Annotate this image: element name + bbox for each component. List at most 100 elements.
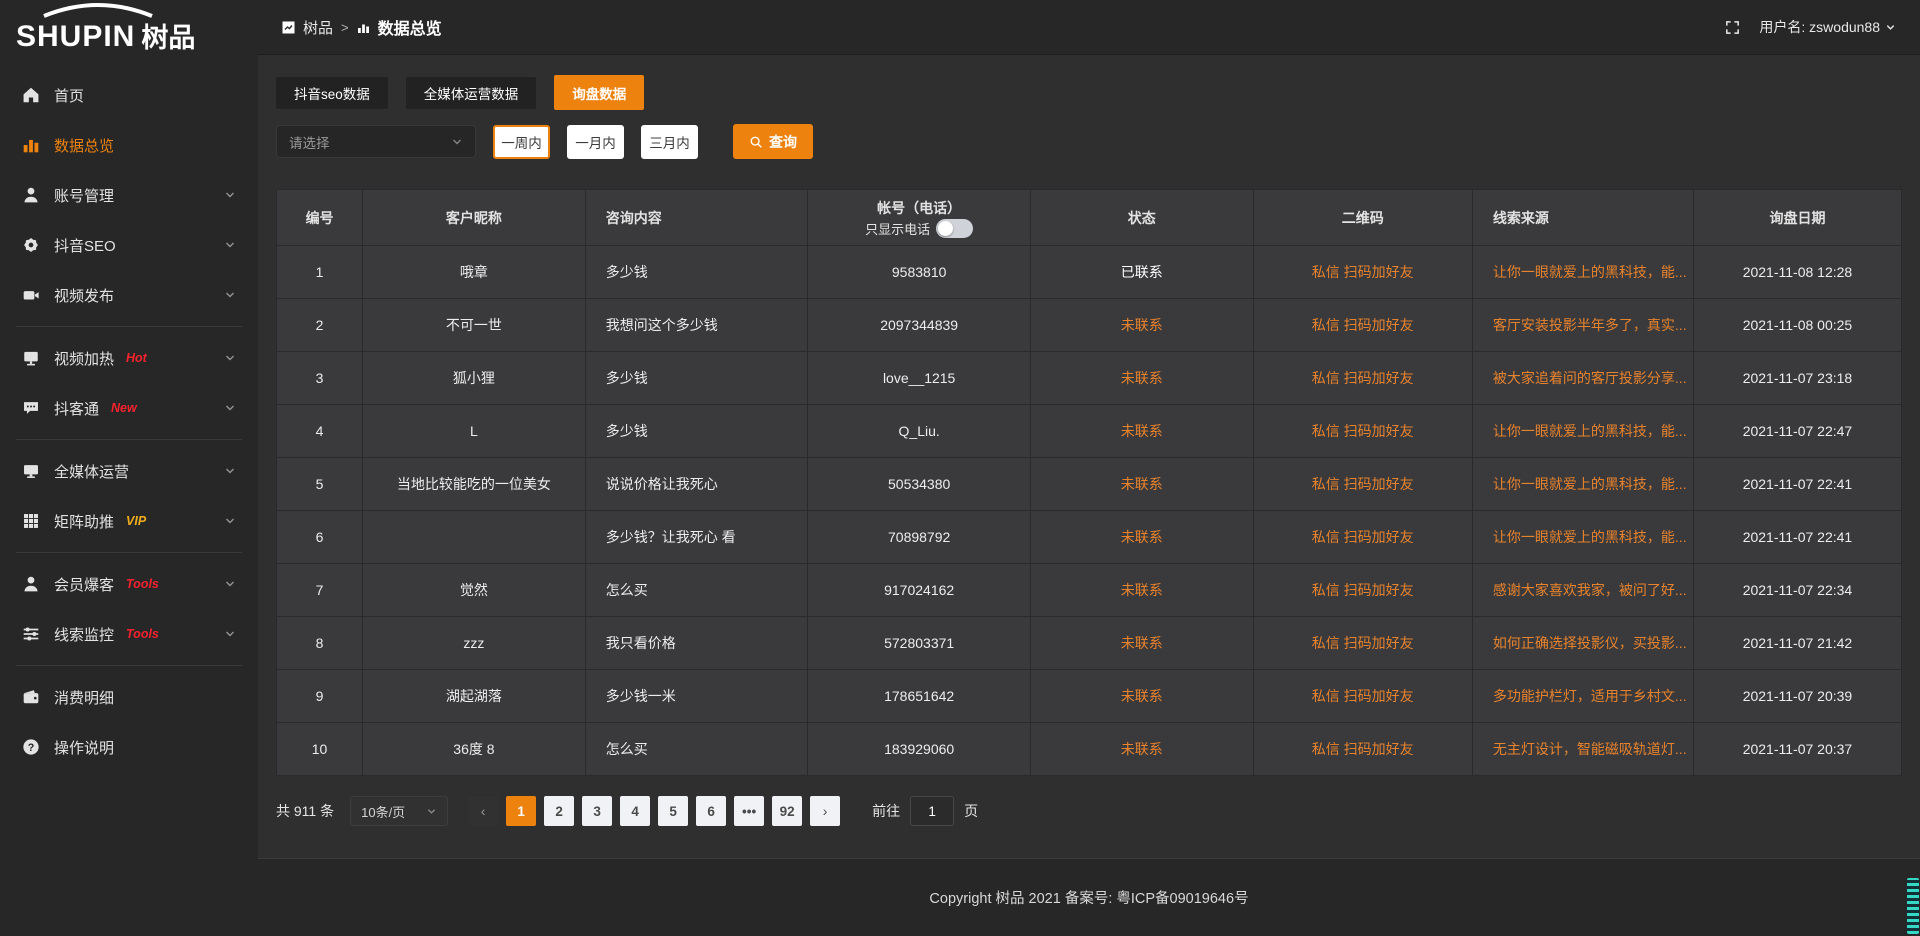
sidebar-item-douyin-seo[interactable]: 抖音SEO <box>0 220 258 270</box>
row-source-link[interactable]: 多功能护栏灯，适用于乡村文... <box>1472 670 1693 723</box>
row-status: 未联系 <box>1030 299 1253 352</box>
table-row: 9 湖起湖落 多少钱一米 178651642 未联系 私信 扫码加好友 多功能护… <box>277 670 1902 723</box>
row-source-link[interactable]: 客厅安装投影半年多了，真实... <box>1472 299 1693 352</box>
menu-divider <box>16 552 242 553</box>
user-menu[interactable]: 用户名: zswodun88 <box>1759 17 1896 37</box>
row-content: 多少钱 <box>585 405 808 458</box>
search-button[interactable]: 查询 <box>733 124 813 159</box>
main-area: 树品 > 数据总览 用户名: zswodun88 抖音seo数据 全媒体运营数据… <box>258 0 1920 936</box>
row-qrcode-link[interactable]: 私信 扫码加好友 <box>1253 617 1472 670</box>
row-account: love__1215 <box>808 352 1031 405</box>
row-content: 怎么买 <box>585 564 808 617</box>
sidebar-item-consumption-details[interactable]: 消费明细 <box>0 672 258 722</box>
person-icon <box>22 575 40 593</box>
row-account: 70898792 <box>808 511 1031 564</box>
page-list: 123456 ••• 92 <box>506 796 802 826</box>
row-qrcode-link[interactable]: 私信 扫码加好友 <box>1253 458 1472 511</box>
sidebar-item-matrix-boost[interactable]: 矩阵助推 VIP <box>0 496 258 546</box>
row-nickname: 湖起湖落 <box>363 670 586 723</box>
row-nickname: zzz <box>363 617 586 670</box>
row-qrcode-link[interactable]: 私信 扫码加好友 <box>1253 405 1472 458</box>
page-button-4[interactable]: 4 <box>620 796 650 826</box>
row-qrcode-link[interactable]: 私信 扫码加好友 <box>1253 670 1472 723</box>
row-source-link[interactable]: 让你一眼就爱上的黑科技，能... <box>1472 511 1693 564</box>
range-one-week-button[interactable]: 一周内 <box>493 125 550 159</box>
page-button-5[interactable]: 5 <box>658 796 688 826</box>
page-button-1[interactable]: 1 <box>506 796 536 826</box>
prev-page-button[interactable]: ‹ <box>468 796 498 826</box>
page-button-2[interactable]: 2 <box>544 796 574 826</box>
row-qrcode-link[interactable]: 私信 扫码加好友 <box>1253 511 1472 564</box>
row-id: 4 <box>277 405 363 458</box>
row-content: 多少钱一米 <box>585 670 808 723</box>
account-select[interactable]: 请选择 <box>276 125 476 158</box>
tools-badge: Tools <box>126 577 159 591</box>
sidebar-item-label: 数据总览 <box>54 135 114 156</box>
sidebar-item-video-publish[interactable]: 视频发布 <box>0 270 258 320</box>
tab-douyin-seo-data[interactable]: 抖音seo数据 <box>276 77 388 109</box>
sidebar-item-home[interactable]: 首页 <box>0 70 258 120</box>
row-source-link[interactable]: 感谢大家喜欢我家，被问了好... <box>1472 564 1693 617</box>
chevron-down-icon <box>224 239 236 251</box>
row-status: 未联系 <box>1030 352 1253 405</box>
row-qrcode-link[interactable]: 私信 扫码加好友 <box>1253 352 1472 405</box>
sidebar-item-data-overview[interactable]: 数据总览 <box>0 120 258 170</box>
row-status: 已联系 <box>1030 246 1253 299</box>
inquiry-table-body: 1 哦章 多少钱 9583810 已联系 私信 扫码加好友 让你一眼就爱上的黑科… <box>277 246 1902 776</box>
sidebar-item-omnimedia-operation[interactable]: 全媒体运营 <box>0 446 258 496</box>
range-three-months-button[interactable]: 三月内 <box>641 125 698 159</box>
page-button-92[interactable]: 92 <box>772 796 802 826</box>
row-account: 9583810 <box>808 246 1031 299</box>
sidebar-item-instructions[interactable]: ? 操作说明 <box>0 722 258 772</box>
sidebar-item-video-heating[interactable]: 视频加热 Hot <box>0 333 258 383</box>
table-row: 7 觉然 怎么买 917024162 未联系 私信 扫码加好友 感谢大家喜欢我家… <box>277 564 1902 617</box>
row-qrcode-link[interactable]: 私信 扫码加好友 <box>1253 246 1472 299</box>
page-ellipsis-button[interactable]: ••• <box>734 796 764 826</box>
monitor-icon <box>22 349 40 367</box>
svg-text:?: ? <box>28 742 35 754</box>
row-source-link[interactable]: 让你一眼就爱上的黑科技，能... <box>1472 458 1693 511</box>
sidebar-item-account-management[interactable]: 账号管理 <box>0 170 258 220</box>
sidebar-item-lead-monitoring[interactable]: 线索监控 Tools <box>0 609 258 659</box>
tab-omnimedia-data[interactable]: 全媒体运营数据 <box>406 77 537 109</box>
page-button-3[interactable]: 3 <box>582 796 612 826</box>
page-button-6[interactable]: 6 <box>696 796 726 826</box>
tools-badge: Tools <box>126 627 159 641</box>
goto-page-input[interactable] <box>910 796 954 826</box>
row-account: Q_Liu. <box>808 405 1031 458</box>
page-size-select[interactable]: 10条/页 <box>350 796 448 826</box>
app-root: SHUPIN 树品 首页 数据总览 账号管理 抖音SEO <box>0 0 1920 936</box>
row-qrcode-link[interactable]: 私信 扫码加好友 <box>1253 564 1472 617</box>
row-qrcode-link[interactable]: 私信 扫码加好友 <box>1253 299 1472 352</box>
row-qrcode-link[interactable]: 私信 扫码加好友 <box>1253 723 1472 776</box>
row-id: 10 <box>277 723 363 776</box>
col-nickname: 客户昵称 <box>363 190 586 246</box>
home-icon <box>22 86 40 104</box>
topbar-right: 用户名: zswodun88 <box>1724 17 1896 37</box>
top-bar: 树品 > 数据总览 用户名: zswodun88 <box>258 0 1920 55</box>
brand-logo: SHUPIN 树品 <box>0 0 258 58</box>
next-page-button[interactable]: › <box>810 796 840 826</box>
chevron-down-icon <box>224 189 236 201</box>
row-nickname: L <box>363 405 586 458</box>
row-id: 3 <box>277 352 363 405</box>
phone-only-toggle[interactable] <box>936 219 973 238</box>
row-nickname: 狐小狸 <box>363 352 586 405</box>
fullscreen-icon[interactable] <box>1724 19 1741 36</box>
row-source-link[interactable]: 让你一眼就爱上的黑科技，能... <box>1472 405 1693 458</box>
range-one-month-button[interactable]: 一月内 <box>567 125 624 159</box>
tab-inquiry-data[interactable]: 询盘数据 <box>554 75 644 110</box>
row-source-link[interactable]: 无主灯设计，智能磁吸轨道灯... <box>1472 723 1693 776</box>
breadcrumb: 树品 > 数据总览 <box>282 15 442 39</box>
row-status: 未联系 <box>1030 511 1253 564</box>
logo-text-en: SHUPIN <box>16 22 135 52</box>
breadcrumb-root[interactable]: 树品 <box>303 17 333 38</box>
sidebar-item-doukertong[interactable]: 抖客通 New <box>0 383 258 433</box>
user-icon <box>22 186 40 204</box>
phone-only-label: 只显示电话 <box>865 219 930 238</box>
app-square-icon <box>282 21 295 34</box>
row-source-link[interactable]: 让你一眼就爱上的黑科技，能... <box>1472 246 1693 299</box>
row-source-link[interactable]: 被大家追着问的客厅投影分享... <box>1472 352 1693 405</box>
row-source-link[interactable]: 如何正确选择投影仪，买投影... <box>1472 617 1693 670</box>
sidebar-item-member-baoke[interactable]: 会员爆客 Tools <box>0 559 258 609</box>
